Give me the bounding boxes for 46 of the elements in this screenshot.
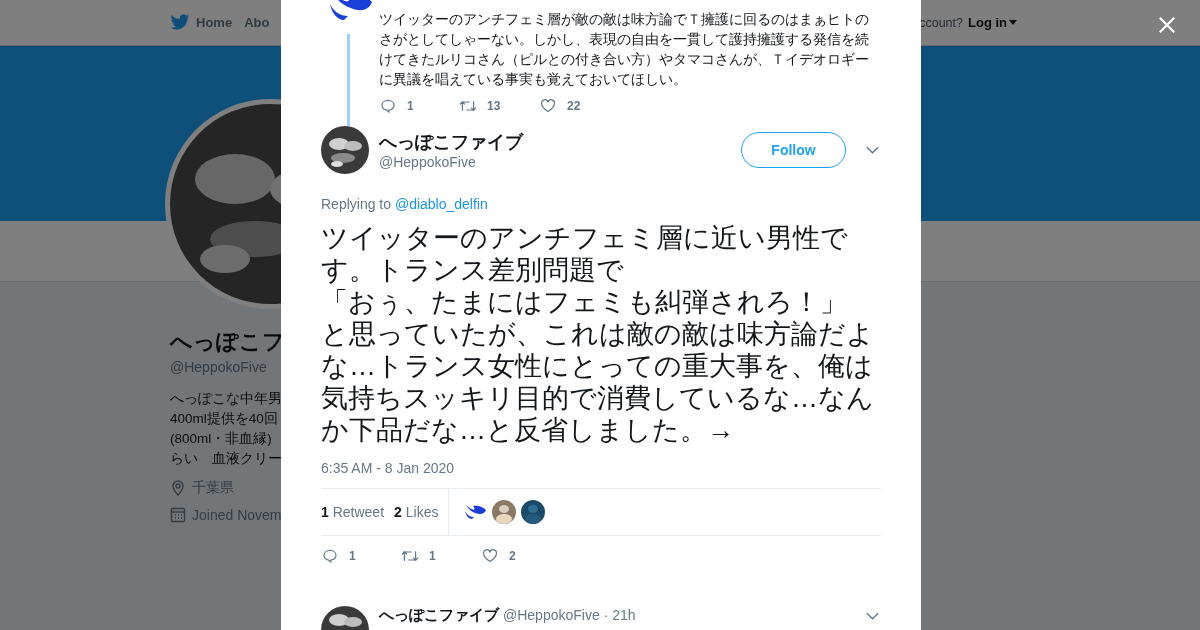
location-pin-icon: [170, 480, 186, 496]
bio-line: へっぽこな中年男: [170, 390, 282, 408]
tweet-text: と思っていたが、これは敵の敵は味方論だよな…トランス女性にとっての重大事を、俺は気持ちスッキリ目的で消費しているな…なんか下品だな…と反省しました。→: [321, 318, 875, 446]
tweet-time: 6:35 AM - 8 Jan 2020: [321, 460, 456, 476]
tweet-text: 「おぅ、たまにはフェミも糾弾されろ！」: [321, 286, 848, 318]
reply-icon: [379, 98, 397, 114]
bio-line: (800ml・非血縁): [170, 430, 272, 448]
reply-icon: [321, 548, 339, 564]
retweet-count[interactable]: 1 Retweet: [321, 504, 385, 520]
author-handle: @HeppokoFive: [379, 153, 477, 170]
nav-link[interactable]: Abo: [244, 14, 270, 31]
login-link[interactable]: Log in: [968, 15, 1017, 30]
replying-label: Replying to: [321, 196, 392, 212]
profile-location: 千葉県: [192, 479, 234, 497]
chevron-down-icon[interactable]: [866, 612, 879, 620]
like-button[interactable]: 22: [539, 98, 619, 114]
calendar-icon: [170, 507, 186, 523]
reply-button[interactable]: 1: [321, 548, 401, 564]
bird-icon: [170, 14, 190, 31]
tweet-age: · 21h: [603, 607, 636, 623]
like-count[interactable]: 2 Likes: [394, 504, 439, 520]
retweet-button[interactable]: 1: [401, 548, 481, 564]
account-prompt: ccount?: [919, 15, 963, 30]
author-name: へっぽこファイブ: [379, 130, 525, 153]
retweet-icon: [401, 548, 419, 564]
bio-line: らい 血液クリー: [170, 450, 282, 468]
author-handle: @HeppokoFive: [503, 607, 600, 623]
close-icon[interactable]: [1158, 16, 1176, 34]
tweet-text: ツイッターのアンチフェミ層に近い男性です。トランス差別問題で: [321, 222, 849, 286]
retweet-button[interactable]: 13: [459, 98, 539, 114]
nav-link[interactable]: Home: [170, 14, 233, 31]
profile-name: へっぽこフ: [170, 328, 285, 356]
like-button[interactable]: 2: [481, 548, 561, 564]
tweet-text: ツイッターのアンチフェミ層が敵の敵は味方論でＴ擁護に回るのはまぁヒトのさがとしてしゃーない。しかし、表現の自由を一貫して護持擁護する発信を続けてきたルリコさん（ピルとの付き合い方）やタマコさんが、Ｔイデオロギーに異議を唱えている事実も覚えておいてほしい。: [379, 10, 870, 89]
mention-link[interactable]: @diablo_delfin: [394, 196, 488, 212]
follow-button[interactable]: Follow: [741, 132, 846, 168]
caret-icon: [1009, 20, 1017, 25]
retweet-icon: [459, 98, 477, 114]
profile-joined: Joined Novem: [192, 507, 282, 523]
heart-icon: [481, 548, 499, 564]
profile-handle: @HeppokoFive: [170, 359, 267, 375]
author-name: へっぽこファイブ: [379, 606, 499, 625]
bio-line: 400ml提供を40回: [170, 410, 278, 428]
heart-icon: [539, 98, 557, 114]
reply-button[interactable]: 1: [379, 98, 459, 114]
chevron-down-icon[interactable]: [866, 146, 879, 154]
